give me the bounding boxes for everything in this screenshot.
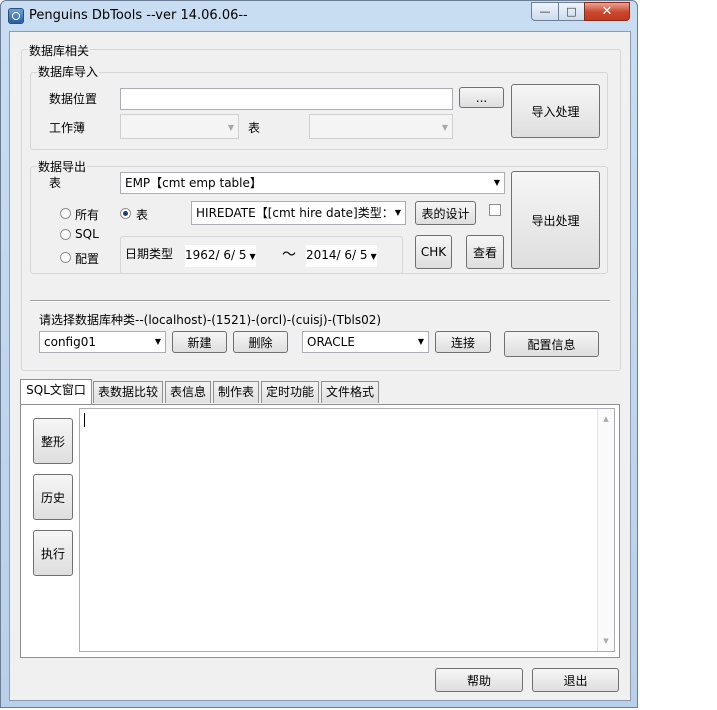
- tab-file-format[interactable]: 文件格式: [321, 381, 379, 403]
- exit-button[interactable]: 退出: [532, 668, 619, 692]
- radio-config[interactable]: [60, 252, 71, 263]
- radio-sql-label: SQL: [75, 227, 99, 241]
- new-config-button[interactable]: 新建: [172, 331, 227, 353]
- export-process-button[interactable]: 导出处理: [511, 171, 600, 269]
- chevron-down-icon: ▼: [417, 337, 424, 346]
- text-caret: [84, 413, 85, 427]
- close-button[interactable]: ✕: [584, 2, 630, 21]
- radio-sql[interactable]: [60, 229, 71, 240]
- history-button[interactable]: 历史: [33, 474, 73, 520]
- tab-make-table[interactable]: 制作表: [213, 381, 259, 403]
- table-design-button[interactable]: 表的设计: [415, 201, 476, 225]
- db-type-select-value: ORACLE: [307, 335, 355, 349]
- export-table-select[interactable]: EMP【cmt emp table】 ▼: [120, 172, 505, 194]
- data-location-input[interactable]: [120, 88, 453, 110]
- execute-button[interactable]: 执行: [33, 530, 73, 576]
- tab-table-info[interactable]: 表信息: [165, 381, 211, 403]
- import-process-button[interactable]: 导入处理: [511, 84, 600, 138]
- editor-scrollbar[interactable]: ▲ ▼: [597, 409, 614, 651]
- chevron-down-icon: ▼: [392, 202, 401, 224]
- sql-editor[interactable]: ▲ ▼: [79, 408, 615, 652]
- config-select[interactable]: config01 ▼: [39, 331, 166, 353]
- tab-table-data-compare[interactable]: 表数据比较: [93, 381, 163, 403]
- date-from-value: 1962/ 6/ 5: [185, 248, 247, 262]
- radio-config-label: 配置: [75, 252, 100, 266]
- format-button[interactable]: 整形: [33, 418, 73, 464]
- title-bar[interactable]: Penguins DbTools --ver 14.06.06-- — □ ✕: [1, 1, 637, 31]
- export-checkbox[interactable]: [489, 204, 501, 216]
- db-connection-label: 请选择数据库种类--(localhost)-(1521)-(orcl)-(cui…: [39, 313, 382, 327]
- chevron-down-icon: ▼: [370, 252, 377, 261]
- config-info-button[interactable]: 配置信息: [504, 331, 599, 357]
- tab-timer-function[interactable]: 定时功能: [261, 381, 319, 403]
- import-group-title: 数据库导入: [37, 63, 100, 80]
- client-area: 数据库相关 数据库导入 数据位置 ... 导入处理 工作薄 ▼ 表 ▼ 数据导出…: [9, 31, 631, 701]
- section-separator: [30, 300, 610, 302]
- main-window: Penguins DbTools --ver 14.06.06-- — □ ✕ …: [0, 0, 638, 708]
- chevron-down-icon: ▼: [441, 123, 448, 132]
- maximize-button[interactable]: □: [558, 2, 585, 21]
- help-button[interactable]: 帮助: [435, 668, 523, 692]
- column-select-value: HIREDATE【[cmt hire date]类型：: [196, 206, 394, 220]
- data-location-label: 数据位置: [49, 92, 98, 106]
- scroll-up-icon[interactable]: ▲: [598, 411, 614, 427]
- chevron-down-icon: ▼: [227, 123, 234, 132]
- import-table-select[interactable]: ▼: [309, 114, 453, 139]
- export-table-label: 表: [49, 176, 62, 190]
- db-section-title: 数据库相关: [28, 42, 91, 59]
- date-type-label: 日期类型: [125, 247, 174, 261]
- date-to-picker[interactable]: 2014/ 6/ 5 ▼: [306, 245, 377, 267]
- browse-button[interactable]: ...: [459, 87, 504, 108]
- sql-tab-panel: 整形 历史 执行 ▲ ▼: [20, 404, 620, 658]
- date-from-picker[interactable]: 1962/ 6/ 5 ▼: [185, 245, 256, 267]
- export-group-title: 数据导出: [37, 158, 88, 175]
- chevron-down-icon: ▼: [249, 252, 256, 261]
- db-type-select[interactable]: ORACLE ▼: [302, 331, 429, 353]
- workbook-label: 工作薄: [49, 121, 86, 135]
- tilde-separator: ～: [282, 247, 296, 263]
- radio-table-label: 表: [136, 208, 149, 222]
- config-select-value: config01: [44, 335, 96, 349]
- radio-all[interactable]: [60, 208, 71, 219]
- chevron-down-icon: ▼: [154, 337, 161, 346]
- workbook-select[interactable]: ▼: [120, 114, 239, 139]
- tab-strip: SQL文窗口 表数据比较 表信息 制作表 定时功能 文件格式: [20, 379, 620, 405]
- date-to-value: 2014/ 6/ 5: [306, 248, 368, 262]
- chevron-down-icon: ▼: [493, 178, 500, 187]
- radio-all-label: 所有: [75, 208, 100, 222]
- import-table-label: 表: [248, 121, 261, 135]
- chk-button[interactable]: CHK: [415, 235, 452, 269]
- connect-button[interactable]: 连接: [435, 331, 491, 353]
- column-select[interactable]: HIREDATE【[cmt hire date]类型： ▼: [191, 201, 406, 225]
- radio-table[interactable]: [120, 208, 131, 219]
- delete-config-button[interactable]: 删除: [233, 331, 288, 353]
- export-table-select-value: EMP【cmt emp table】: [125, 176, 262, 190]
- minimize-button[interactable]: —: [531, 2, 559, 21]
- window-title: Penguins DbTools --ver 14.06.06--: [29, 8, 248, 23]
- scroll-down-icon[interactable]: ▼: [598, 633, 614, 649]
- view-button[interactable]: 查看: [466, 235, 504, 269]
- app-icon: [8, 8, 24, 24]
- tab-sql-window[interactable]: SQL文窗口: [20, 379, 92, 404]
